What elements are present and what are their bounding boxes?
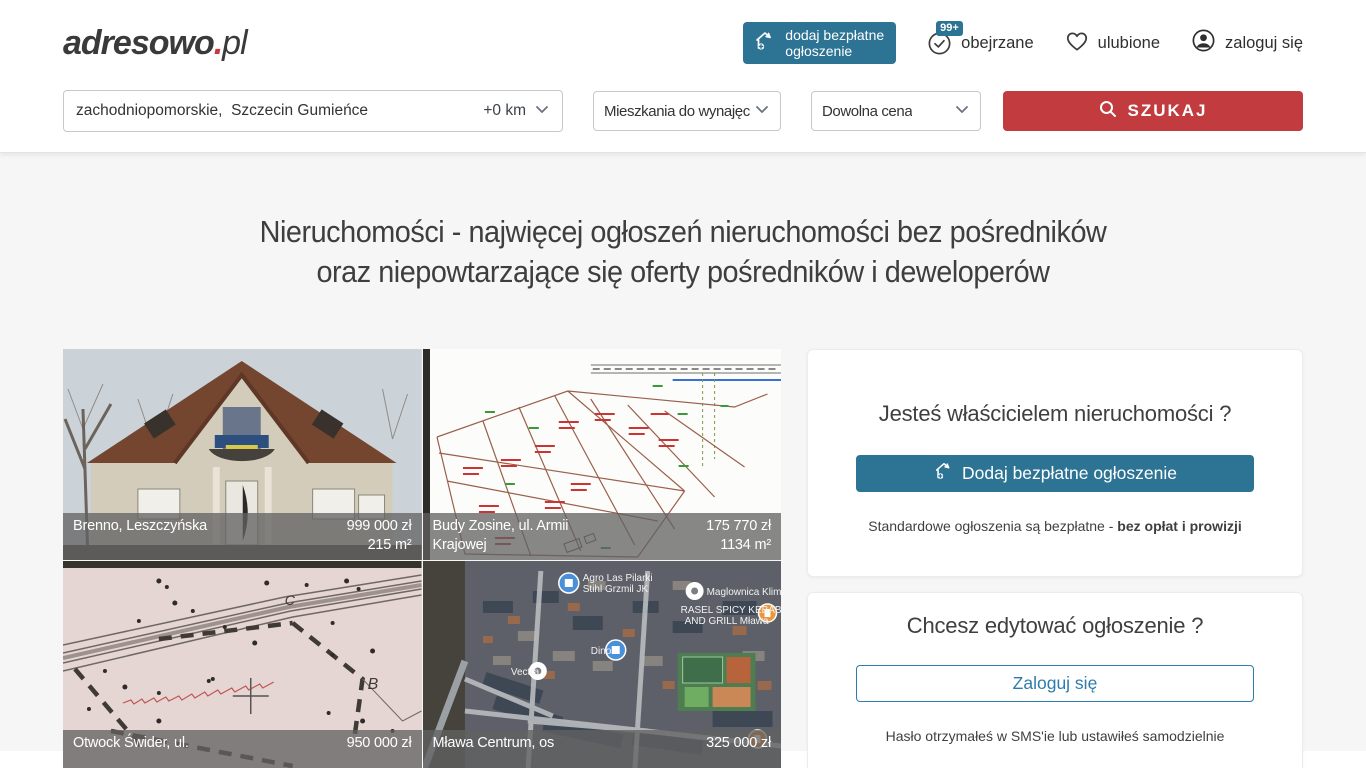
svg-text:C: C [285,592,296,608]
listing-caption: Otwock Świder, ul. 950 000 zł [63,730,422,768]
svg-text:Maglownica Klimek: Maglownica Klimek [706,587,781,598]
owner-card-note: Standardowe ogłoszenia są bezpłatne - be… [856,518,1254,534]
listing-name: Brenno, Leszczyńska [73,517,207,555]
svg-text:Dino: Dino [590,646,611,657]
price-select[interactable]: Dowolna cena [811,91,981,131]
logo-name: adresowo [63,24,214,62]
favorites-label: ulubione [1098,34,1160,53]
add-listing-line1: dodaj bezpłatne [785,27,884,43]
listing-name: Budy Zosine, ul. Armii Krajowej [433,517,613,555]
viewed-count-badge: 99+ [936,21,963,36]
listing-card[interactable]: Brenno, Leszczyńska 999 000 zł 215 m² [63,349,422,560]
add-free-listing-button[interactable]: Dodaj bezpłatne ogłoszenie [856,455,1254,492]
listing-card[interactable]: Agro Las Pilarki Stihl Grzmil JK Maglown… [423,561,782,768]
login-label: zaloguj się [1225,34,1303,53]
listing-area: 1134 m² [720,537,771,553]
chevron-down-icon [954,101,970,121]
chevron-down-icon [754,101,770,121]
owner-card-title: Jesteś właścicielem nieruchomości ? [856,401,1254,427]
edit-card-title: Chcesz edytować ogłoszenie ? [856,613,1254,639]
logo-tld: pl [222,24,246,62]
listing-caption: Mława Centrum, os 325 000 zł [423,730,782,768]
site-header: adresowo.pl dodaj bezpłatne ogłoszenie [0,0,1366,153]
category-value: Mieszkania do wynajęc [604,103,750,120]
edit-card: Chcesz edytować ogłoszenie ? Zaloguj się… [807,592,1303,768]
chevron-down-icon [534,101,550,122]
svg-text:Agro Las Pilarki: Agro Las Pilarki [582,573,652,584]
location-search-box[interactable]: +0 km [63,90,563,132]
listing-name: Mława Centrum, os [433,734,555,767]
search-button-label: SZUKAJ [1127,101,1207,121]
viewed-label: obejrzane [961,34,1033,53]
svg-text:Stihl Grzmil JK: Stihl Grzmil JK [582,584,648,595]
owner-card: Jesteś właścicielem nieruchomości ? Doda… [807,349,1303,577]
edit-card-note: Hasło otrzymałeś w SMS'ie lub ustawiłeś … [856,728,1254,744]
add-listing-line2: ogłoszenie [785,43,852,59]
listing-price: 950 000 zł [347,735,412,751]
svg-text:Vectra: Vectra [510,667,539,678]
radius-value: +0 km [483,102,526,120]
add-listing-button[interactable]: dodaj bezpłatne ogłoszenie [743,22,896,64]
page-title: Nieruchomości - najwięcej ogłoszeń nieru… [106,153,1259,292]
listing-caption: Brenno, Leszczyńska 999 000 zł 215 m² [63,513,422,560]
listing-price: 175 770 zł [706,518,771,534]
svg-text:B: B [368,676,379,693]
listing-name: Otwock Świder, ul. [73,734,189,767]
listing-card[interactable]: Budy Zosine, ul. Armii Krajowej 175 770 … [423,349,782,560]
listing-price: 999 000 zł [347,518,412,534]
viewed-link[interactable]: 99+ obejrzane [926,30,1033,57]
listings-grid: Brenno, Leszczyńska 999 000 zł 215 m² [63,349,781,768]
radius-selector[interactable]: +0 km [483,101,550,122]
user-icon [1190,27,1217,59]
listing-card[interactable]: B C Otwock Świder, ul. 950 000 zł [63,561,422,768]
house-add-icon [933,460,955,487]
location-input[interactable] [76,102,483,120]
favorites-link[interactable]: ulubione [1064,28,1160,59]
login-button[interactable]: Zaloguj się [856,665,1254,702]
logo-dot: . [214,24,222,62]
heart-icon [1064,28,1090,59]
house-add-icon [753,29,777,56]
search-icon [1098,99,1118,124]
add-free-listing-label: Dodaj bezpłatne ogłoszenie [962,463,1177,484]
logo[interactable]: adresowo.pl [63,24,247,63]
listing-price: 325 000 zł [706,735,771,751]
svg-text:RASEL SPICY KEBAB: RASEL SPICY KEBAB [680,605,781,616]
sidebar: Jesteś właścicielem nieruchomości ? Doda… [807,349,1303,768]
check-circle-icon: 99+ [926,30,953,57]
search-bar: +0 km Mieszkania do wynajęc Dowolna cena [63,68,1303,152]
login-button-label: Zaloguj się [1013,673,1098,694]
search-button[interactable]: SZUKAJ [1003,91,1303,131]
listing-caption: Budy Zosine, ul. Armii Krajowej 175 770 … [423,513,782,560]
category-select[interactable]: Mieszkania do wynajęc [593,91,781,131]
login-link[interactable]: zaloguj się [1190,27,1303,59]
listing-area: 215 m² [368,537,412,553]
price-value: Dowolna cena [822,103,912,120]
svg-text:AND GRILL Mława: AND GRILL Mława [684,616,768,627]
